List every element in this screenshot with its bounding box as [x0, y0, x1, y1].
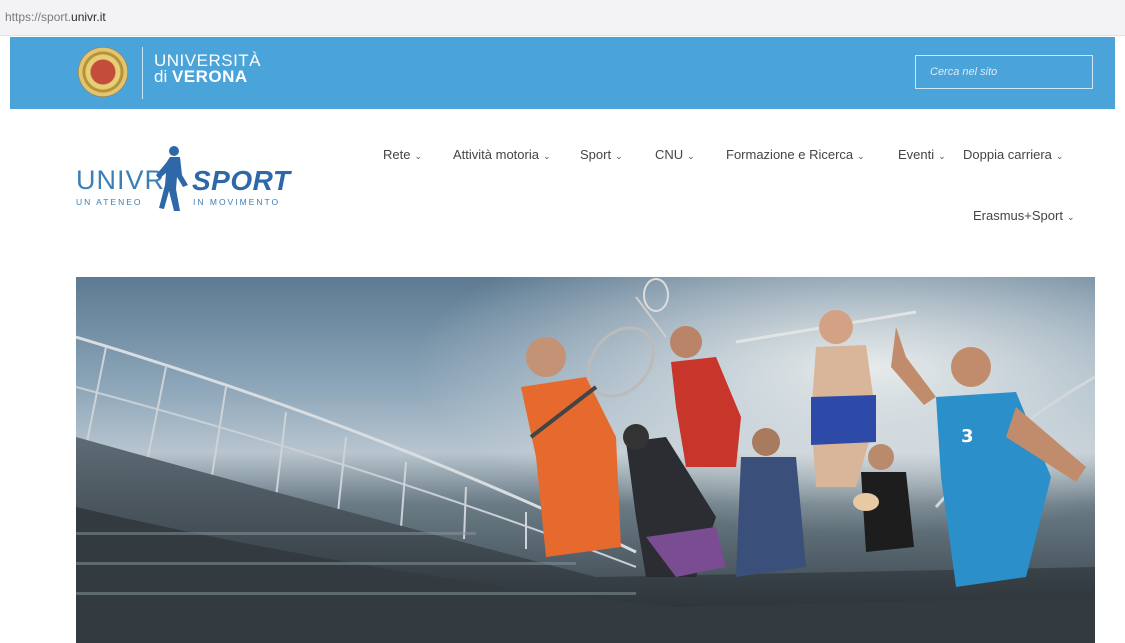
- jersey-number: 3: [961, 426, 974, 447]
- logo-univr-text: UNIVR: [76, 165, 166, 195]
- chevron-down-icon: ⌄: [615, 151, 623, 161]
- nav-item-formazione-e-ricerca[interactable]: Formazione e Ricerca ⌄: [726, 147, 865, 162]
- site-search-input[interactable]: [915, 55, 1093, 89]
- nav-item-cnu[interactable]: CNU ⌄: [655, 147, 695, 162]
- chevron-down-icon: ⌄: [687, 151, 695, 161]
- university-name-link[interactable]: UNIVERSITÀ di VERONA: [154, 52, 261, 86]
- chevron-down-icon: ⌄: [1066, 212, 1075, 222]
- nav-item-rete[interactable]: Rete ⌄: [383, 147, 422, 162]
- nav-item-doppia-carriera[interactable]: Doppia carriera ⌄: [963, 147, 1063, 162]
- logo-tagline-left: UN ATENEO: [76, 197, 143, 207]
- chevron-down-icon: ⌄: [1055, 151, 1064, 161]
- logo-sport-text: SPORT: [192, 165, 291, 196]
- logo-tagline-right: IN MOVIMENTO: [193, 197, 281, 207]
- univr-sport-logo[interactable]: UNIVR SPORT UN ATENEO IN MOVIMENTO: [76, 145, 296, 215]
- browser-address-bar[interactable]: https://sport.univr.it: [0, 0, 1125, 36]
- chevron-down-icon: ⌄: [938, 151, 946, 161]
- university-header-bar: UNIVERSITÀ di VERONA: [10, 37, 1115, 109]
- nav-item-sport[interactable]: Sport ⌄: [580, 147, 623, 162]
- university-seal-icon[interactable]: [78, 47, 128, 97]
- url-text[interactable]: https://sport.univr.it: [5, 10, 106, 24]
- nav-item-attivita-motoria[interactable]: Attività motoria ⌄: [453, 147, 551, 162]
- hero-banner: 3: [76, 277, 1095, 643]
- header-divider: [142, 47, 143, 99]
- chevron-down-icon: ⌄: [414, 151, 423, 161]
- chevron-down-icon: ⌄: [542, 151, 551, 161]
- hero-athletes-illustration: 3: [76, 277, 1095, 643]
- nav-item-eventi[interactable]: Eventi ⌄: [898, 147, 946, 162]
- nav-item-erasmus-sport[interactable]: Erasmus+Sport ⌄: [973, 208, 1075, 223]
- runner-icon: [156, 146, 188, 211]
- chevron-down-icon: ⌄: [857, 151, 865, 161]
- university-name-line2: di VERONA: [154, 67, 248, 86]
